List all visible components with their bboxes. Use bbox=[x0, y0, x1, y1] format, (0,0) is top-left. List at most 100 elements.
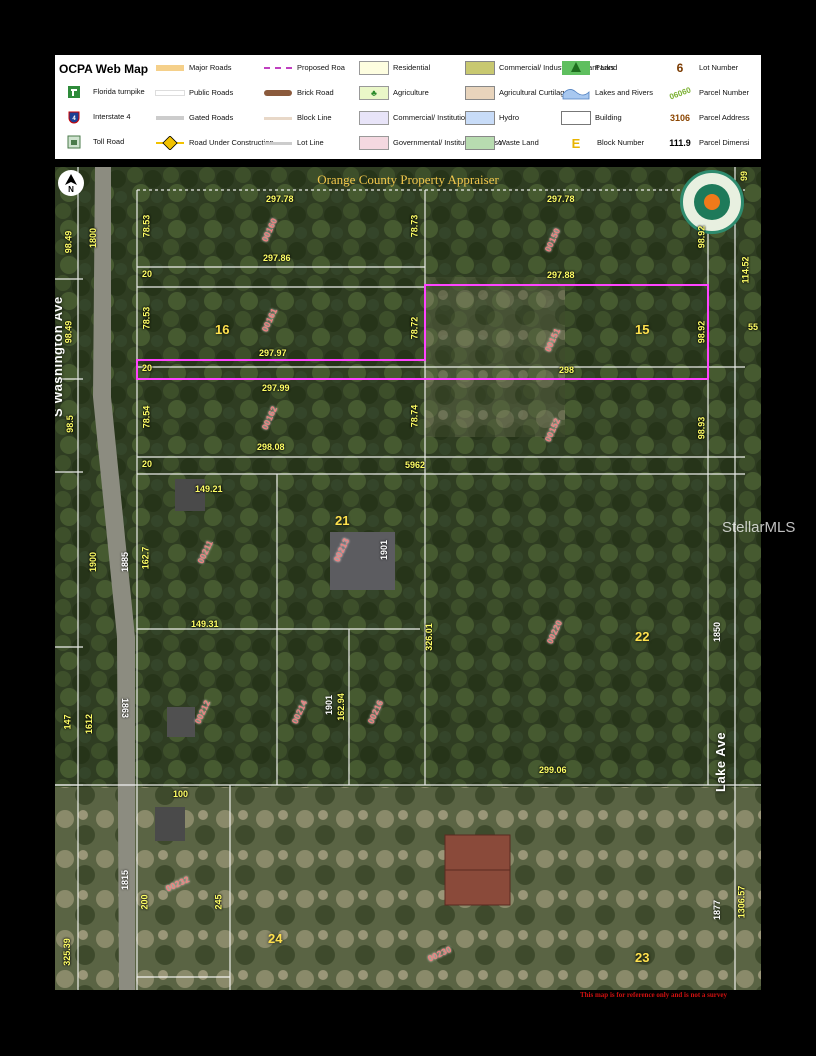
dimension-label: 78.72 bbox=[409, 316, 420, 340]
dimension-label: 297.97 bbox=[259, 348, 287, 358]
lot-number: 22 bbox=[635, 629, 650, 644]
road-label-s-washington-ave: S Washington Ave bbox=[55, 296, 65, 417]
svg-text:N: N bbox=[68, 185, 74, 194]
aerial-map[interactable]: Orange County Property Appraiser N N S W… bbox=[55, 167, 761, 990]
dimension-label: 99 bbox=[739, 170, 750, 182]
dimension-label: 162.7 bbox=[140, 546, 151, 570]
lake-icon bbox=[561, 86, 591, 100]
block-number-sample: E bbox=[571, 135, 581, 151]
legend-item-florida-turnpike: Florida turnpike bbox=[59, 81, 145, 103]
dimension-label: 147 bbox=[62, 714, 73, 730]
dimension-label: 325.39 bbox=[61, 938, 72, 966]
clearing-north bbox=[425, 277, 565, 437]
legend-item-parks: Parks bbox=[561, 57, 614, 79]
legend-item-proposed-road: Proposed Roa bbox=[263, 57, 345, 79]
block-line-swatch bbox=[263, 111, 293, 125]
lot-number: 16 bbox=[215, 322, 230, 337]
map-legend: OCPA Web Map Florida turnpike 4 Intersta… bbox=[55, 55, 761, 159]
dimension-label: 149.21 bbox=[195, 484, 223, 494]
parks-tree-icon bbox=[561, 61, 591, 75]
legend-item-major-roads: Major Roads bbox=[155, 57, 232, 79]
legend-item-agriculture: ♣ Agriculture bbox=[359, 82, 429, 104]
commercial-institutional-swatch bbox=[359, 111, 389, 125]
residential-swatch bbox=[359, 61, 389, 75]
dimension-label: 297.99 bbox=[262, 383, 290, 393]
road-label-lake-ave: Lake Ave bbox=[713, 731, 728, 792]
legend-item-lot-line: Lot Line bbox=[263, 132, 324, 154]
parcel-address: 1901 bbox=[324, 694, 335, 716]
dimension-label: 78.53 bbox=[141, 214, 152, 238]
stellarmls-watermark: StellarMLS bbox=[722, 519, 796, 536]
legend-title: OCPA Web Map bbox=[59, 62, 149, 76]
legend-item-waste-land: Waste Land bbox=[465, 132, 539, 154]
lot-number: 21 bbox=[335, 513, 350, 528]
map-canvas bbox=[55, 167, 761, 990]
legend-item-lakes-rivers: Lakes and Rivers bbox=[561, 82, 653, 104]
dimension-label: 1800 bbox=[88, 227, 99, 249]
dimension-label: 200 bbox=[139, 894, 150, 910]
proposed-road-swatch bbox=[263, 61, 293, 75]
dimension-label: 1900 bbox=[88, 551, 99, 573]
legend-item-building: Building bbox=[561, 107, 622, 129]
legend-item-block-line: Block Line bbox=[263, 107, 332, 129]
parcel-address: 1850 bbox=[712, 621, 723, 643]
governmental-swatch bbox=[359, 136, 389, 150]
dimension-label: 298 bbox=[559, 365, 575, 375]
legend-item-toll-road: Toll Road bbox=[59, 131, 124, 153]
dimension-label: 245 bbox=[213, 894, 224, 910]
dimension-label: 78.73 bbox=[409, 214, 420, 238]
dimension-label: 1306.57 bbox=[736, 885, 747, 919]
parcel-address: 1863 bbox=[120, 697, 131, 719]
hydro-swatch bbox=[465, 111, 495, 125]
dimension-label: 1612 bbox=[84, 713, 95, 735]
dimension-label: 297.78 bbox=[266, 194, 294, 204]
legend-item-commercial-institutional: Commercial/ Institutional bbox=[359, 107, 475, 129]
dimension-label: 100 bbox=[173, 789, 189, 799]
agriculture-swatch: ♣ bbox=[359, 86, 389, 100]
parcel-address: 1815 bbox=[120, 869, 131, 891]
dimension-label: 20 bbox=[142, 269, 153, 279]
parcel-address: 1901 bbox=[379, 539, 390, 561]
dimension-label: 297.88 bbox=[547, 270, 575, 280]
building-swatch bbox=[561, 111, 591, 125]
dimension-label: 114.52 bbox=[740, 256, 751, 284]
dimension-label: 297.86 bbox=[263, 253, 291, 263]
legend-item-interstate-4: 4 Interstate 4 bbox=[59, 106, 131, 128]
dimension-label: 162.94 bbox=[335, 693, 346, 721]
county-seal-logo bbox=[680, 170, 744, 234]
legend-item-parcel-dimension: 111.9 Parcel Dimensi bbox=[665, 132, 749, 154]
dimension-label: 98.92 bbox=[696, 320, 707, 344]
parcel-address-sample: 3106 bbox=[669, 113, 691, 123]
north-arrow-icon[interactable]: N bbox=[58, 170, 84, 196]
legend-item-lot-number: 6 Lot Number bbox=[665, 57, 739, 79]
dimension-label: 78.54 bbox=[141, 405, 152, 429]
major-roads-swatch bbox=[155, 61, 185, 75]
dimension-label: 326.01 bbox=[423, 623, 434, 651]
house-roof bbox=[167, 707, 195, 737]
legend-item-block-number: E Block Number bbox=[561, 132, 644, 154]
dimension-label: 20 bbox=[142, 459, 153, 469]
commercial-industrial-vacant-swatch bbox=[465, 61, 495, 75]
dimension-label: 5962 bbox=[405, 460, 426, 470]
dimension-label: 20 bbox=[142, 363, 153, 373]
dimension-label: 98.49 bbox=[63, 230, 74, 254]
public-roads-swatch bbox=[155, 86, 185, 100]
dimension-label: 98.5 bbox=[64, 415, 75, 433]
lot-number: 15 bbox=[635, 322, 650, 337]
north-label: N bbox=[70, 184, 71, 185]
legend-item-brick-road: Brick Road bbox=[263, 82, 334, 104]
dimension-label: 297.78 bbox=[547, 194, 575, 204]
dimension-label: 55 bbox=[748, 322, 759, 332]
house-roof bbox=[155, 807, 185, 841]
gated-roads-swatch bbox=[155, 111, 185, 125]
parcel-number-sample: 06060 bbox=[668, 84, 692, 102]
agricultural-curtilage-swatch bbox=[465, 86, 495, 100]
dimension-label: 98.93 bbox=[696, 416, 707, 440]
dimension-label: 98.49 bbox=[63, 320, 74, 344]
legend-item-gated-roads: Gated Roads bbox=[155, 107, 233, 129]
waste-land-swatch bbox=[465, 136, 495, 150]
legend-item-parcel-number: 06060 Parcel Number bbox=[665, 82, 749, 104]
parcel-address: 1885 bbox=[120, 551, 131, 573]
lot-number-sample: 6 bbox=[676, 61, 684, 75]
lot-number: 23 bbox=[635, 950, 650, 965]
